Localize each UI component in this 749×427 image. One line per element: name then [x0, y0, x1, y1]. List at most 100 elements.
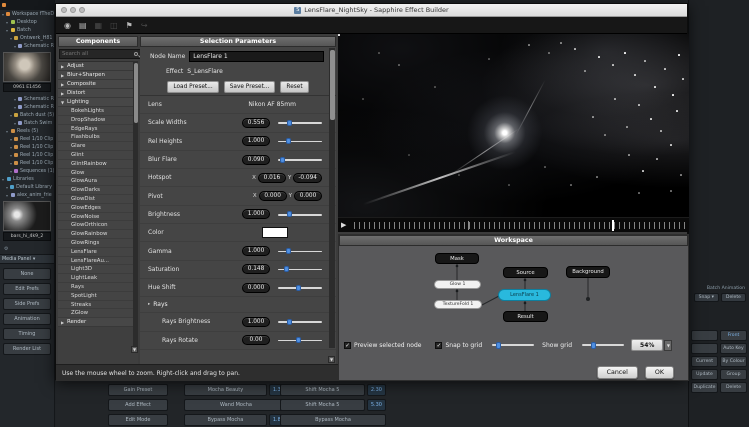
right-button-update[interactable]: Update [691, 369, 718, 380]
param-slider-scale-widths[interactable] [278, 119, 322, 126]
browse-presets-icon[interactable]: ▤ [79, 21, 87, 30]
param-field-hue-shift[interactable]: 0.000 [242, 283, 270, 293]
tree-item-reels-5[interactable]: ▾Reels (5) [0, 127, 54, 135]
component-item-dropshadow[interactable]: DropShadow [58, 116, 138, 125]
param-field-rays-rotate[interactable]: 0.00 [242, 335, 270, 345]
sidebar-button-timing[interactable]: Timing [3, 328, 51, 340]
component-item-spotlight[interactable]: SpotLight [58, 292, 138, 301]
category-blur-sharpen[interactable]: ▶Blur+Sharpen [58, 71, 138, 80]
tree-expander-icon[interactable]: ▾ [6, 185, 8, 190]
right-button-current[interactable]: Current [691, 356, 718, 367]
color-swatch[interactable] [262, 227, 288, 238]
bottom-button-edit-mode[interactable]: Edit Mode [108, 414, 168, 426]
right-button-front[interactable]: Front [720, 330, 747, 341]
tree-expander-icon[interactable]: ▾ [10, 36, 12, 41]
bottom-button-bypass-mocha[interactable]: Bypass Mocha [280, 414, 386, 426]
tree-expander-icon[interactable]: ▾ [10, 161, 12, 166]
tree-item-reel-1-10-clip[interactable]: ▾Reel 1/10 Clip [0, 151, 54, 159]
components-scroll-down-button[interactable]: ▼ [131, 346, 138, 353]
tree-expander-icon[interactable]: ▾ [10, 169, 12, 174]
param-field-hotspot-x[interactable]: 0.016 [258, 173, 286, 183]
param-field-rel-heights[interactable]: 1.000 [242, 136, 270, 146]
tree-expander-icon[interactable]: ▾ [10, 145, 12, 150]
flag-icon[interactable]: ⚑ [126, 21, 133, 30]
target-icon[interactable]: ◉ [64, 21, 71, 30]
tree-expander-icon[interactable]: ▾ [2, 12, 4, 17]
param-slider-rel-heights-thumb[interactable] [286, 138, 291, 144]
tree-item-desktop[interactable]: ▾Desktop [0, 18, 54, 26]
tree-expander-icon[interactable]: ▾ [14, 121, 16, 126]
param-slider-rel-heights[interactable] [278, 138, 322, 145]
preview-viewport[interactable] [338, 34, 689, 217]
timeline-ruler[interactable] [354, 222, 685, 229]
right-button-delete[interactable]: Delete [720, 382, 747, 393]
bottom-button-shift-mocha-5[interactable]: Shift Mocha 5 [280, 399, 365, 411]
sidebar-button-animation[interactable]: Animation [3, 313, 51, 325]
component-item-glintrainbow[interactable]: GlintRainbow [58, 160, 138, 169]
tree-item-ontwerk-h81-3[interactable]: ▾Ontwerk_H81 (3) [0, 34, 54, 42]
graph-node-lensflare-1[interactable]: LensFlare 1 [498, 289, 551, 301]
component-item-glownoise[interactable]: GlowNoise [58, 213, 138, 222]
component-item-edgerays[interactable]: EdgeRays [58, 125, 138, 134]
component-item-lensflare[interactable]: LensFlare [58, 248, 138, 257]
media-thumbnail[interactable]: bars_hi_4k9_2 [3, 201, 51, 241]
tree-expander-icon[interactable]: ▾ [6, 28, 9, 33]
components-scrollbar[interactable] [133, 62, 138, 353]
category-adjust[interactable]: ▶Adjust [58, 62, 138, 71]
bottom-button-mocha-beauty[interactable]: Mocha Beauty [184, 384, 267, 396]
grid-size-slider[interactable] [492, 341, 534, 349]
param-slider-saturation[interactable] [278, 266, 322, 273]
tools-icon[interactable]: ⚙ [4, 246, 8, 252]
tree-item-alex-anim-frie[interactable]: ▾alex_anim_frie [0, 191, 54, 199]
tree-item-batch[interactable]: ▾Batch [0, 26, 54, 34]
component-item-lensflareau[interactable]: LensFlareAu... [58, 257, 138, 266]
tree-expander-icon[interactable]: ▾ [14, 97, 16, 102]
bottom-value-field[interactable]: 5.30 [367, 399, 386, 411]
param-field-hotspot-y[interactable]: -0.094 [293, 173, 322, 183]
category-lighting[interactable]: ▼Lighting [58, 98, 138, 107]
component-item-glowrings[interactable]: GlowRings [58, 239, 138, 248]
param-slider-rays-rotate-thumb[interactable] [296, 337, 301, 343]
tree-item-default-library[interactable]: ▾Default Library [0, 183, 54, 191]
component-item-glint[interactable]: Glint [58, 151, 138, 160]
workspace-zoom-slider-thumb[interactable] [591, 342, 596, 349]
param-slider-gamma-thumb[interactable] [286, 248, 291, 254]
cancel-button[interactable]: Cancel [597, 366, 638, 379]
param-slider-blur-flare[interactable] [278, 156, 322, 163]
tree-item-sequences-1[interactable]: ▾Sequences (1) [0, 167, 54, 175]
node-graph[interactable]: MaskGlow 1TextureFold 1SourceLensFlare 1… [339, 246, 688, 332]
tree-expander-icon[interactable]: ▾ [6, 20, 9, 25]
right-chip-delete[interactable]: Delete [721, 293, 746, 302]
preview-selected-node-checkbox[interactable]: ✓ [344, 342, 351, 349]
tree-expander-icon[interactable]: ▾ [14, 105, 16, 110]
tree-item-libraries[interactable]: ▾Libraries [0, 175, 54, 183]
tree-expander-icon[interactable]: ▾ [2, 177, 5, 182]
param-field-saturation[interactable]: 0.148 [242, 264, 270, 274]
sidebar-button-edit-prefs[interactable]: Edit Prefs [3, 283, 51, 295]
param-slider-blur-flare-thumb[interactable] [280, 157, 285, 163]
right-button-group[interactable]: Group [720, 369, 747, 380]
component-item-glow[interactable]: Glow [58, 169, 138, 178]
bottom-value-field[interactable]: 2.30 [367, 384, 386, 396]
param-field-blur-flare[interactable]: 0.090 [242, 155, 270, 165]
component-item-glowedges[interactable]: GlowEdges [58, 204, 138, 213]
tree-item-reel-1-10-clip[interactable]: ▾Reel 1/10 Clip [0, 135, 54, 143]
tree-item-workspace-fthed[interactable]: ▾Workspace fTheD [0, 10, 54, 18]
param-slider-hue-shift-thumb[interactable] [296, 285, 301, 291]
zoom-level-dropdown[interactable]: ▼ [664, 340, 672, 351]
node-name-input[interactable] [189, 51, 324, 62]
right-button-auto-key[interactable]: Auto Key [720, 343, 747, 354]
param-field-pivot-x[interactable]: 0.000 [259, 191, 287, 201]
graph-node-glow-1[interactable]: Glow 1 [434, 280, 481, 289]
tree-expander-icon[interactable]: ▾ [10, 153, 12, 158]
param-slider-brightness-thumb[interactable] [287, 211, 292, 217]
param-field-brightness[interactable]: 1.000 [242, 209, 270, 219]
preview-timeline[interactable]: ▶ [338, 217, 689, 232]
media-panel-strip[interactable]: Media Panel ▾ [0, 254, 54, 264]
right-chip-snap[interactable]: Snap ▾ [694, 293, 719, 302]
component-item-lightleak[interactable]: LightLeak [58, 274, 138, 283]
section-rays[interactable]: ▸Rays [140, 297, 336, 313]
components-scrollbar-thumb[interactable] [134, 63, 138, 123]
param-field-gamma[interactable]: 1.000 [242, 246, 270, 256]
sidebar-button-none[interactable]: None [3, 268, 51, 280]
